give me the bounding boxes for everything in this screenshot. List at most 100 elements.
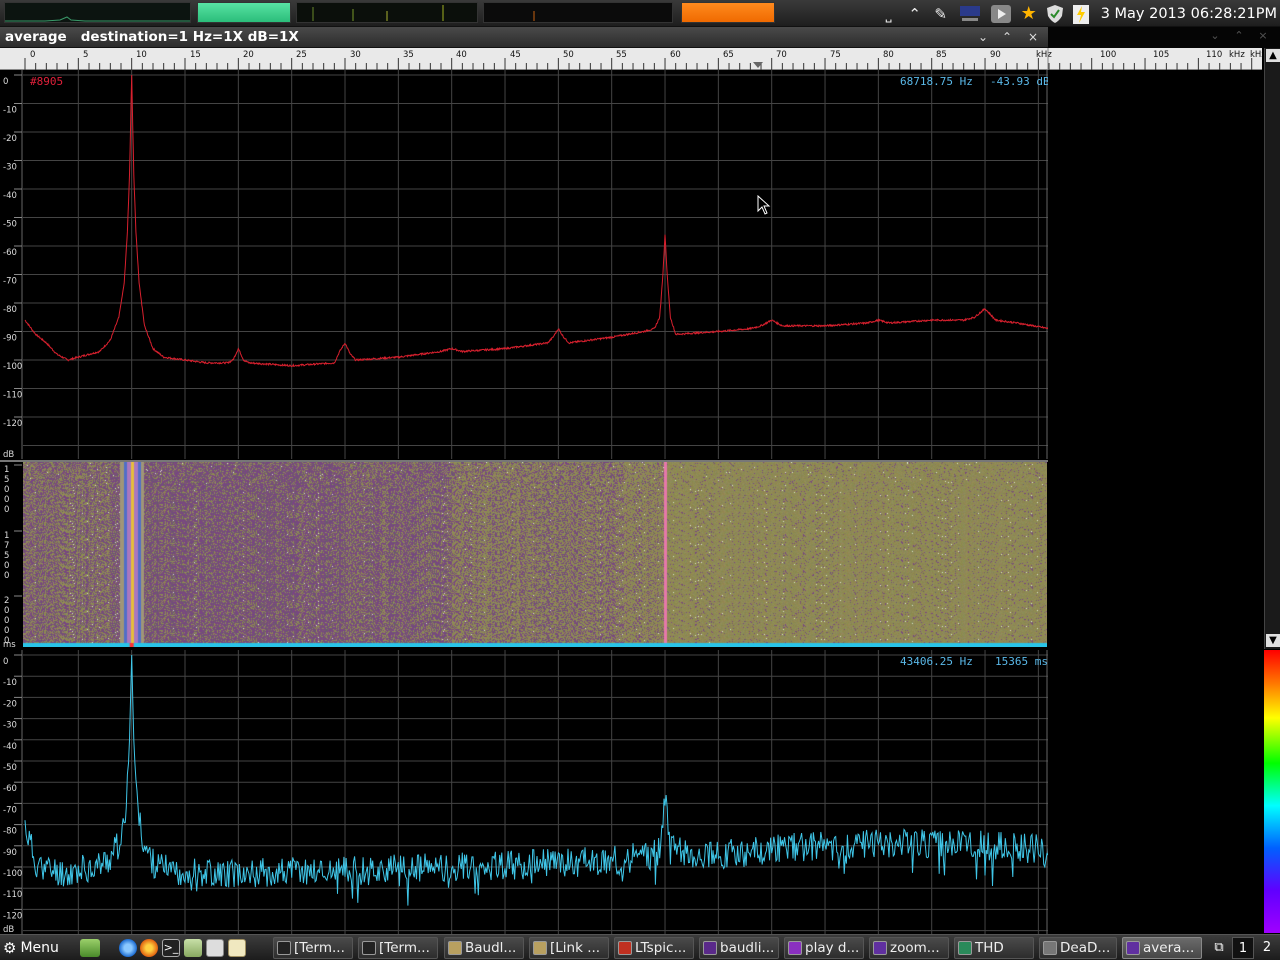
ruler-tick-label: 50 xyxy=(563,50,574,60)
clock[interactable]: 3 May 2013 06:28:21PM xyxy=(1097,6,1277,22)
waterfall-spectrogram[interactable]: 1 5 0 0 0 1 7 5 0 0 2 0 0 0 0 ms xyxy=(0,460,1048,649)
time-tick-digit: 0 xyxy=(4,626,9,636)
ruler-tick-label: 65 xyxy=(723,50,734,60)
ruler-tick-label: 0 xyxy=(30,50,35,60)
load-graph-applet[interactable] xyxy=(483,2,673,23)
ruler-tick-label: kHz xyxy=(1036,50,1052,60)
spectrum-slice-panel[interactable]: 0 -10 -20 -30 -40 -50 -60 -70 -80 -90 -100 -110 -120… xyxy=(0,650,1048,934)
y-tick-label: -100 xyxy=(3,362,22,372)
cpu-graph-applet[interactable] xyxy=(4,2,191,23)
taskbar-task-label: Baudl... xyxy=(465,940,517,956)
time-tick-digit: 0 xyxy=(4,495,9,505)
spectrum-average-panel[interactable]: 0 -10 -20 -30 -40 -50 -60 -70 -80 -90 -100 -110 -120… xyxy=(0,70,1048,459)
series-line xyxy=(24,654,1048,906)
calculator-launcher-icon[interactable] xyxy=(206,939,224,957)
ghost-minimize-icon: ⌄ xyxy=(1210,29,1220,42)
y-tick-label: -40 xyxy=(3,191,17,201)
maximize-button[interactable]: ⌃ xyxy=(999,29,1015,45)
terminal-launcher-icon[interactable]: >_ xyxy=(162,939,180,957)
dead-icon xyxy=(1043,941,1057,955)
pen-icon[interactable]: ✎ xyxy=(931,4,951,24)
battery-icon[interactable] xyxy=(1071,4,1091,24)
text-editor-launcher-icon[interactable] xyxy=(228,939,246,957)
star-icon[interactable]: ★ xyxy=(1019,3,1039,24)
taskbar-task-button[interactable]: LTspic... xyxy=(614,937,694,959)
y-tick-label: -110 xyxy=(3,890,22,900)
taskbar-task-label: [Link ... xyxy=(550,940,601,956)
shield-icon[interactable] xyxy=(1045,4,1065,24)
taskbar-task-button[interactable]: zoom... xyxy=(869,937,949,959)
y-tick-label: -30 xyxy=(3,163,17,173)
y-tick-label: -80 xyxy=(3,827,17,837)
time-tick-digit: 1 xyxy=(4,531,9,541)
load-graph xyxy=(533,11,535,21)
y-tick-label: 0 xyxy=(3,657,8,667)
frequency-ruler[interactable]: 0 5 10 15 20 25 30 35 40 45 50 55 60 65 70 75 80 85 90 kHz 1… xyxy=(0,48,1262,70)
close-button[interactable]: × xyxy=(1025,29,1041,45)
y-tick-label: -90 xyxy=(3,848,17,858)
y-tick-label: -120 xyxy=(3,911,22,921)
window-titlebar[interactable]: average destination=1 Hz=1X dB=1X ⌄ ⌃ × xyxy=(0,27,1048,48)
slice-readout-time: 15365 ms xyxy=(995,655,1048,668)
menu-button[interactable]: ⚙ Menu xyxy=(3,937,59,959)
gear-icon: ⚙ xyxy=(3,939,17,957)
menu-label: Menu xyxy=(20,940,59,956)
ruler-tick-label: 40 xyxy=(456,50,467,60)
terminal-icon xyxy=(362,941,376,955)
taskbar-task-button[interactable]: THD xyxy=(954,937,1034,959)
y-tick-label: -120 xyxy=(3,419,22,429)
workspace-1[interactable]: 1 xyxy=(1232,937,1254,959)
taskbar-task-button[interactable]: [Term... xyxy=(358,937,438,959)
ruler-tick-label: 55 xyxy=(616,50,627,60)
taskbar-task-label: play d... xyxy=(805,940,860,956)
slice-readout-freq: 43406.25 Hz xyxy=(900,655,973,668)
taskbar-task-button[interactable]: Baudl... xyxy=(444,937,524,959)
memory-graph-applet[interactable] xyxy=(197,2,291,23)
ruler-tick-label: 10 xyxy=(136,50,147,60)
show-desktop-launcher-icon[interactable] xyxy=(80,939,100,957)
chevron-up-icon[interactable]: ⌃ xyxy=(905,4,925,24)
chromium-launcher-icon[interactable] xyxy=(119,939,137,957)
y-tick-label: -30 xyxy=(3,721,17,731)
y-tick-label: -70 xyxy=(3,805,17,815)
workspace-2[interactable]: 2 xyxy=(1256,937,1278,959)
taskbar-task-button[interactable]: avera... xyxy=(1122,937,1202,959)
taskbar-task-label: LTspic... xyxy=(635,940,687,956)
color-aperture-bar[interactable] xyxy=(1264,650,1280,933)
network-status-icon[interactable] xyxy=(957,4,983,24)
ruler-tick-label: 60 xyxy=(670,50,681,60)
top-panel: ⎵ ⌃ ✎ ★ 3 May 2013 06:28:21PM xyxy=(0,0,1280,27)
y-tick-label: -60 xyxy=(3,784,17,794)
time-tick-digit: 5 xyxy=(4,475,9,485)
show-desktop-icon[interactable]: ⎵ xyxy=(879,4,899,24)
firefox-launcher-icon[interactable] xyxy=(140,939,158,957)
waterfall-canvas xyxy=(23,462,1047,647)
y-tick-label: -50 xyxy=(3,763,17,773)
taskbar-task-button[interactable]: baudli... xyxy=(699,937,779,959)
y-tick-label: -10 xyxy=(3,678,17,688)
series-line xyxy=(24,74,1048,368)
network-graph-applet[interactable] xyxy=(296,2,478,23)
spectrum-readout-freq: 68718.75 Hz xyxy=(900,75,973,88)
taskbar-task-button[interactable]: DeaD... xyxy=(1039,937,1117,959)
y-unit-label: dB xyxy=(3,925,14,934)
folder-icon xyxy=(533,941,547,955)
taskbar-task-label: DeaD... xyxy=(1060,940,1111,956)
background-window-titlebar: ⌄ ⌃ × xyxy=(1048,27,1280,48)
taskbar-task-button[interactable]: [Term... xyxy=(273,937,353,959)
y-tick-label: -10 xyxy=(3,106,17,116)
window-switcher-icon[interactable]: ⧉ xyxy=(1208,937,1230,959)
scroll-down-icon[interactable]: ▼ xyxy=(1266,634,1280,647)
disk-graph-applet[interactable] xyxy=(681,2,775,23)
scroll-up-icon[interactable]: ▲ xyxy=(1266,49,1280,62)
vertical-scrollbar[interactable]: ▲ ▼ xyxy=(1264,48,1280,649)
taskbar-task-button[interactable]: play d... xyxy=(784,937,864,959)
files-launcher-icon[interactable] xyxy=(184,939,202,957)
terminal-icon xyxy=(277,941,291,955)
taskbar-task-label: zoom... xyxy=(890,940,940,956)
taskbar-task-button[interactable]: [Link ... xyxy=(529,937,609,959)
y-tick-label: -100 xyxy=(3,869,22,879)
media-player-icon[interactable] xyxy=(989,4,1013,24)
ruler-tick-label: 5 xyxy=(83,50,88,60)
minimize-button[interactable]: ⌄ xyxy=(975,29,991,45)
